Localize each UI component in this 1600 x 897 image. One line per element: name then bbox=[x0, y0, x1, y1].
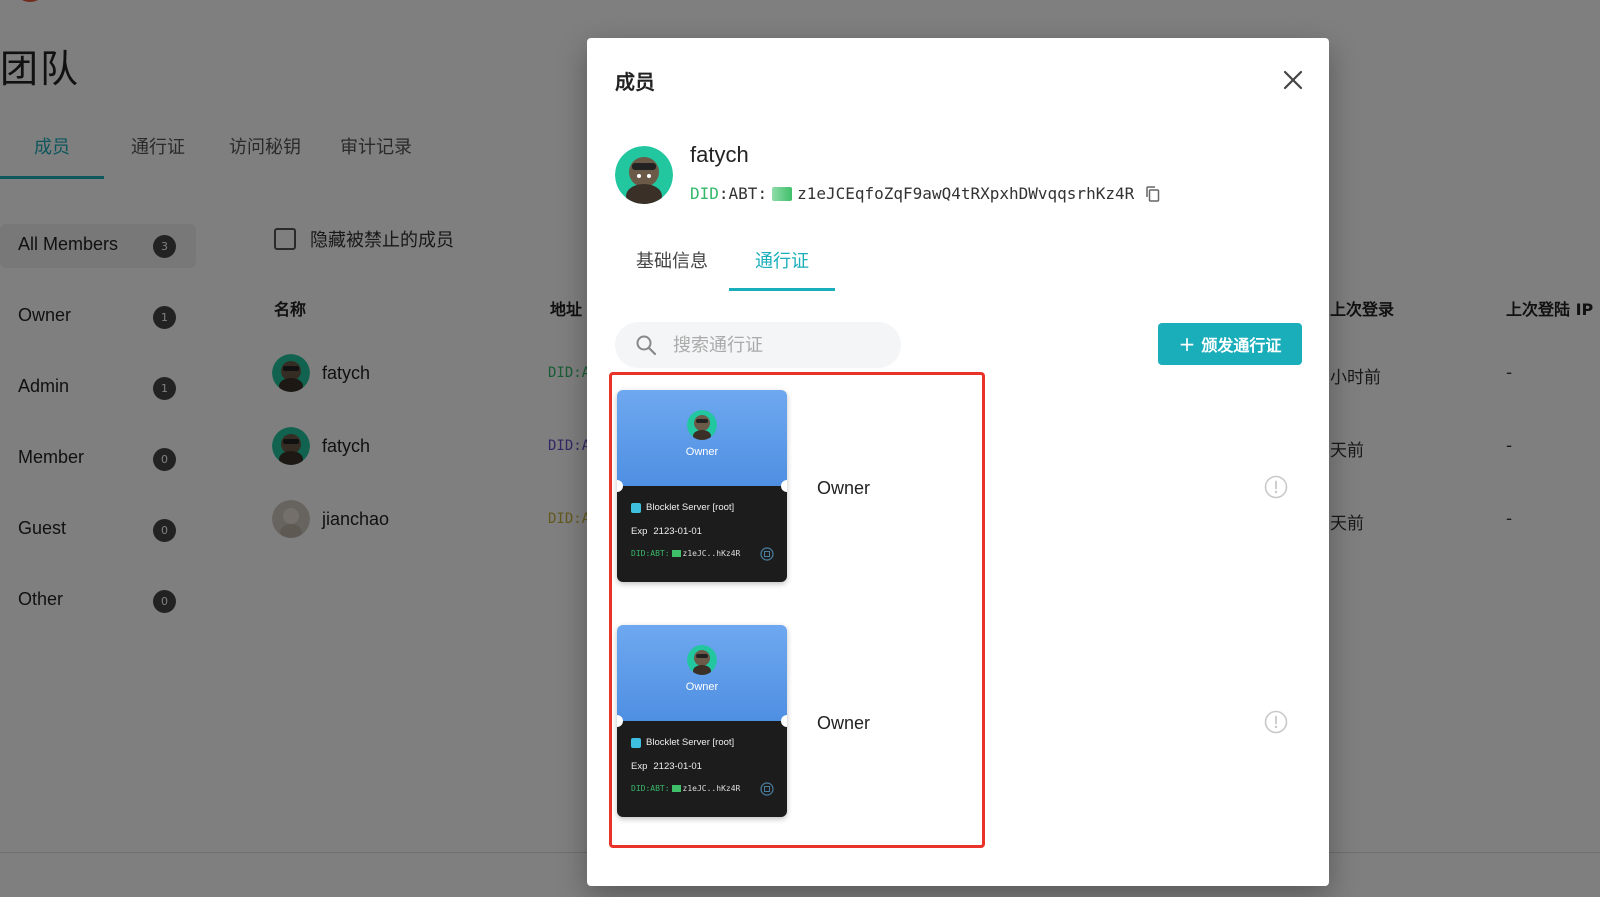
did-value: z1eJCEqfoZqF9awQ4tRXpxhDWvqqsrhKz4R bbox=[797, 184, 1135, 203]
server-icon bbox=[631, 502, 641, 513]
passport-item[interactable]: Owner Blocklet Server [root] Exp 2123-01-… bbox=[617, 625, 1297, 817]
did-type: :ABT: bbox=[718, 184, 768, 203]
passport-card-body: Blocklet Server [root] Exp 2123-01-01 DID… bbox=[617, 486, 787, 582]
did-short: z1eJC..hKz4R bbox=[682, 549, 741, 558]
search-icon bbox=[635, 334, 657, 356]
did-prefix: DID:ABT: bbox=[631, 784, 670, 793]
passport-expiry: Exp 2123-01-01 bbox=[631, 526, 702, 537]
passport-search[interactable] bbox=[615, 322, 901, 368]
issue-passport-button[interactable]: + 颁发通行证 bbox=[1158, 323, 1302, 365]
expiry-value: 2123-01-01 bbox=[653, 526, 702, 537]
plus-icon: + bbox=[1178, 332, 1196, 356]
passport-issuer-label: Blocklet Server [root] bbox=[646, 502, 735, 513]
did-prefix: DID bbox=[690, 184, 719, 203]
avatar bbox=[687, 410, 717, 440]
tab-passports[interactable]: 通行证 bbox=[729, 240, 835, 291]
copy-icon[interactable] bbox=[1144, 185, 1162, 203]
passport-card-role: Owner bbox=[685, 446, 719, 458]
server-icon bbox=[631, 737, 641, 748]
dialog-title: 成员 bbox=[615, 70, 655, 94]
qr-icon bbox=[760, 781, 774, 796]
expiry-label: Exp bbox=[631, 761, 648, 772]
expiry-value: 2123-01-01 bbox=[653, 761, 702, 772]
passport-did: DID:ABT: z1eJC..hKz4R bbox=[631, 784, 740, 793]
issue-passport-label: 颁发通行证 bbox=[1201, 336, 1282, 355]
card-notch bbox=[781, 480, 787, 492]
did-prefix: DID:ABT: bbox=[631, 549, 670, 558]
did-avatar-icon bbox=[772, 186, 793, 201]
qr-icon bbox=[760, 546, 774, 561]
tab-basic-info[interactable]: 基础信息 bbox=[615, 240, 729, 288]
passport-role: Owner bbox=[817, 713, 871, 733]
close-icon[interactable] bbox=[1281, 68, 1305, 92]
did-avatar-icon bbox=[671, 550, 681, 557]
info-icon[interactable] bbox=[1264, 710, 1288, 734]
did-short: z1eJC..hKz4R bbox=[682, 784, 741, 793]
search-input[interactable] bbox=[671, 333, 885, 357]
passport-card-body: Blocklet Server [root] Exp 2123-01-01 DID… bbox=[617, 721, 787, 817]
user-name: fatych bbox=[690, 142, 749, 167]
dialog-tabs: 基础信息 通行证 bbox=[615, 240, 835, 292]
did-avatar-icon bbox=[671, 785, 681, 792]
passport-card-header: Owner bbox=[617, 390, 787, 486]
user-did: DID:ABT: z1eJCEqfoZqF9awQ4tRXpxhDWvqqsrhK… bbox=[690, 184, 1162, 203]
avatar bbox=[687, 645, 717, 675]
expiry-label: Exp bbox=[631, 526, 648, 537]
info-icon[interactable] bbox=[1264, 475, 1288, 499]
passport-issuer: Blocklet Server [root] bbox=[631, 502, 734, 513]
passport-card-role: Owner bbox=[685, 681, 719, 693]
passport-issuer-label: Blocklet Server [root] bbox=[646, 737, 735, 748]
passport-did: DID:ABT: z1eJC..hKz4R bbox=[631, 549, 740, 558]
avatar bbox=[615, 146, 673, 204]
passport-expiry: Exp 2123-01-01 bbox=[631, 761, 702, 772]
passport-issuer: Blocklet Server [root] bbox=[631, 737, 734, 748]
passport-card[interactable]: Owner Blocklet Server [root] Exp 2123-01-… bbox=[617, 390, 787, 582]
passport-role: Owner bbox=[817, 478, 871, 498]
member-dialog: 成员 fatych DID:ABT: z1eJCEqfoZqF9awQ4tRXpx… bbox=[587, 38, 1329, 886]
passport-card-header: Owner bbox=[617, 625, 787, 721]
card-notch bbox=[781, 715, 787, 727]
passport-item[interactable]: Owner Blocklet Server [root] Exp 2123-01-… bbox=[617, 390, 1297, 582]
passport-card[interactable]: Owner Blocklet Server [root] Exp 2123-01-… bbox=[617, 625, 787, 817]
